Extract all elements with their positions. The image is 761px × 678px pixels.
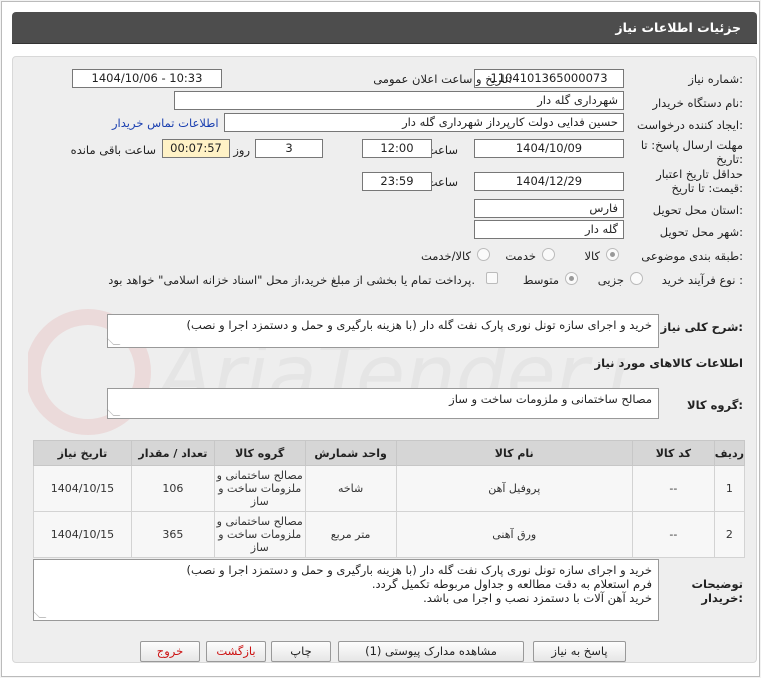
print-button[interactable]: چاپ bbox=[271, 641, 331, 662]
category-goods-label: کالا bbox=[584, 249, 600, 263]
cell-row: 2 bbox=[713, 511, 746, 558]
purchase-type-label: نوع فرآیند خرید : bbox=[661, 273, 743, 287]
cell-name: پروفیل آهن bbox=[395, 465, 633, 512]
table-row[interactable]: 2 -- ورق آهنی متر مربع مصالح ساختمانی و … bbox=[33, 511, 746, 558]
cell-date: 1404/10/15 bbox=[33, 465, 132, 512]
price-validity-label: حداقل تاریخ اعتبار قیمت: تا تاریخ: bbox=[656, 167, 743, 195]
page-title: جزئیات اطلاعات نیاز bbox=[615, 20, 741, 35]
city-label: شهر محل تحویل: bbox=[659, 225, 743, 239]
need-description-label: شرح کلی نیاز: bbox=[660, 320, 743, 334]
purchase-radio-partial[interactable] bbox=[630, 272, 643, 285]
reply-button[interactable]: پاسخ به نیاز bbox=[533, 641, 626, 662]
province-label: استان محل تحویل: bbox=[652, 203, 743, 217]
reply-date-field[interactable]: 1404/10/09 bbox=[474, 139, 624, 158]
need-number-label: شماره نیاز: bbox=[688, 72, 743, 86]
buyer-org-label: نام دستگاه خریدار: bbox=[652, 96, 743, 110]
buyer-notes-field[interactable]: خرید و اجرای سازه تونل نوری پارک نفت گله… bbox=[32, 559, 659, 621]
requester-label: ایجاد کننده درخواست: bbox=[637, 118, 743, 132]
reply-time-field[interactable]: 12:00 bbox=[362, 139, 432, 158]
purchase-medium-label: متوسط bbox=[522, 273, 559, 287]
treasury-payment-label: پرداخت تمام یا بخشی از مبلغ خرید،از محل … bbox=[108, 273, 475, 287]
cell-qty: 365 bbox=[130, 511, 215, 558]
col-code: کد کالا bbox=[631, 440, 715, 466]
table-row[interactable]: 1 -- پروفیل آهن شاخه مصالح ساختمانی و مل… bbox=[33, 465, 746, 512]
exit-button[interactable]: خروج bbox=[140, 641, 200, 662]
table-header-row: ردیف کد کالا نام کالا واحد شمارش گروه کا… bbox=[33, 440, 746, 466]
announce-datetime-label: تاریخ و ساعت اعلان عمومی: bbox=[373, 72, 512, 86]
buyer-contact-link[interactable]: اطلاعات تماس خریدار bbox=[112, 116, 219, 130]
category-label: طبقه بندی موضوعی: bbox=[641, 249, 743, 263]
category-radio-goods[interactable] bbox=[606, 248, 619, 261]
remaining-label: ساعت باقی مانده bbox=[70, 143, 156, 157]
col-name: نام کالا bbox=[395, 440, 633, 466]
category-goods-service-label: کالا/خدمت bbox=[420, 249, 471, 263]
requester-field[interactable]: حسین فدایی دولت کارپرداز شهرداری گله دار bbox=[224, 113, 624, 132]
price-validity-time-field[interactable]: 23:59 bbox=[362, 172, 432, 191]
cell-code: -- bbox=[631, 465, 715, 512]
purchase-partial-label: جزیی bbox=[597, 273, 624, 287]
cell-name: ورق آهنی bbox=[395, 511, 633, 558]
buyer-notes-label: توضیحات خریدار: bbox=[691, 577, 744, 605]
announce-datetime-field[interactable]: 1404/10/06 - 10:33 bbox=[72, 69, 222, 88]
goods-info-title: اطلاعات کالاهای مورد نیاز bbox=[594, 356, 743, 370]
buyer-org-field[interactable]: شهرداری گله دار bbox=[174, 91, 624, 110]
cell-date: 1404/10/15 bbox=[33, 511, 132, 558]
view-attachments-button[interactable]: مشاهده مدارک پیوستی (1) bbox=[338, 641, 524, 662]
need-description-field[interactable]: خرید و اجرای سازه تونل نوری پارک نفت گله… bbox=[106, 314, 659, 348]
col-date: تاریخ نیاز bbox=[33, 440, 132, 466]
cell-row: 1 bbox=[713, 465, 746, 512]
treasury-payment-checkbox[interactable] bbox=[486, 272, 498, 284]
cell-unit: شاخه bbox=[304, 465, 397, 512]
goods-table: ردیف کد کالا نام کالا واحد شمارش گروه کا… bbox=[33, 440, 746, 558]
goods-group-label: گروه کالا: bbox=[687, 398, 743, 412]
page-header: جزئیات اطلاعات نیاز bbox=[12, 12, 757, 44]
cell-group: مصالح ساختمانی و ملزومات ساخت و ساز bbox=[213, 511, 306, 558]
col-qty: تعداد / مقدار bbox=[130, 440, 215, 466]
col-row: ردیف bbox=[713, 440, 746, 466]
col-group: گروه کالا bbox=[213, 440, 306, 466]
back-button[interactable]: بازگشت bbox=[206, 641, 266, 662]
reply-deadline-label: مهلت ارسال پاسخ: تا تاریخ: bbox=[640, 138, 743, 166]
category-radio-service[interactable] bbox=[542, 248, 555, 261]
col-unit: واحد شمارش bbox=[304, 440, 397, 466]
cell-code: -- bbox=[631, 511, 715, 558]
days-field[interactable]: 3 bbox=[255, 139, 323, 158]
cell-qty: 106 bbox=[130, 465, 215, 512]
price-validity-date-field[interactable]: 1404/12/29 bbox=[474, 172, 624, 191]
cell-group: مصالح ساختمانی و ملزومات ساخت و ساز bbox=[213, 465, 306, 512]
city-field[interactable]: گله دار bbox=[474, 220, 624, 239]
province-field[interactable]: فارس bbox=[474, 199, 624, 218]
category-service-label: خدمت bbox=[505, 249, 536, 263]
category-radio-goods-service[interactable] bbox=[477, 248, 490, 261]
remaining-time-field: 00:07:57 bbox=[162, 139, 230, 158]
purchase-radio-medium[interactable] bbox=[565, 272, 578, 285]
goods-group-field[interactable]: مصالح ساختمانی و ملزومات ساخت و ساز bbox=[106, 388, 659, 419]
cell-unit: متر مربع bbox=[304, 511, 397, 558]
